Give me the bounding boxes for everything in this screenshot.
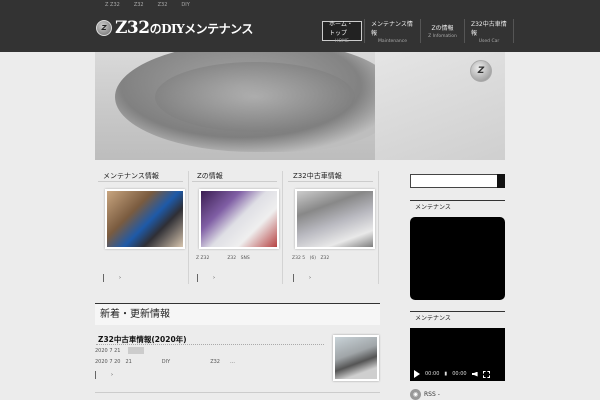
top-link-2[interactable]: Z32 <box>134 1 144 10</box>
card-used-car: Z32中古車情報 Z32 5 (6) Z32 › <box>288 171 379 284</box>
card-z-information: Zの情報 Z Z32 Z32 SNS › <box>192 171 283 284</box>
read-more-link[interactable]: › <box>95 371 113 379</box>
top-link-4[interactable]: DIY <box>181 1 189 10</box>
post-date: 2020 7 21 <box>95 347 121 354</box>
nav-z-information[interactable]: Zの情報 Z Infomation <box>420 19 464 43</box>
search-input[interactable] <box>410 174 498 188</box>
card-thumbnail[interactable] <box>295 189 375 249</box>
top-breadcrumb-links: Z Z32 Z32 Z32 DIY <box>105 1 190 10</box>
nav-used-car[interactable]: Z32中古車情報 Used Car <box>464 19 514 44</box>
duration: 00:00 <box>452 371 467 377</box>
nav-home[interactable]: ホーム・トップ HOME <box>322 21 362 44</box>
sidebar-video-heading: メンテナンス <box>410 200 505 215</box>
rss-icon: ◉ <box>410 389 421 400</box>
read-more-link[interactable]: › <box>103 274 121 282</box>
card-divider <box>378 171 379 284</box>
fullscreen-icon[interactable] <box>482 370 490 378</box>
card-title[interactable]: Zの情報 <box>192 171 277 182</box>
rss-link[interactable]: ◉ RSS - <box>410 389 440 400</box>
search-button[interactable] <box>497 174 505 188</box>
card-excerpt: Z32 5 (6) Z32 <box>292 256 330 261</box>
card-title[interactable]: Z32中古車情報 <box>288 171 373 182</box>
updates-heading: 新着・更新情報 <box>95 303 380 325</box>
site-logo[interactable]: Z Z32のDIYメンテナンス <box>96 18 253 38</box>
card-thumbnail[interactable] <box>199 189 279 249</box>
time-separator-icon: ▮ <box>444 371 448 377</box>
video-controls: 00:00 ▮ 00:00 <box>410 369 505 379</box>
card-maintenance: メンテナンス情報 › <box>98 171 189 284</box>
z-emblem-icon: Z <box>470 60 492 82</box>
read-more-link[interactable]: › <box>197 274 215 282</box>
site-header: Z Z32 Z32 Z32 DIY Z Z32のDIYメンテナンス ホーム・トッ… <box>0 0 600 52</box>
post-excerpt: 2020 7 20 21 DIY Z32 … <box>95 359 235 365</box>
card-excerpt: Z Z32 Z32 SNS <box>196 256 250 261</box>
hero-banner: Z <box>95 52 505 160</box>
post-divider <box>96 344 324 345</box>
post-thumbnail[interactable] <box>333 335 379 381</box>
section-divider <box>95 392 380 393</box>
z-emblem-icon: Z <box>96 20 112 36</box>
sidebar-video-heading: メンテナンス <box>410 311 505 326</box>
post-meta: 2020 7 21 <box>95 347 145 354</box>
video-player[interactable] <box>410 217 505 300</box>
nav-maintenance[interactable]: メンテナンス情報 Maintenance <box>364 19 420 44</box>
top-link-3[interactable]: Z32 <box>158 1 168 10</box>
headlight-reflection <box>155 62 355 132</box>
site-title: Z32のDIYメンテナンス <box>115 18 253 38</box>
card-divider <box>188 171 189 284</box>
category-tag[interactable] <box>128 347 145 354</box>
card-divider <box>282 171 283 284</box>
top-link-1[interactable]: Z Z32 <box>105 1 120 10</box>
card-title[interactable]: メンテナンス情報 <box>98 171 183 182</box>
card-thumbnail[interactable] <box>105 189 185 249</box>
read-more-link[interactable]: › <box>293 274 311 282</box>
rss-label: RSS - <box>424 391 440 398</box>
main-navigation: ホーム・トップ HOME メンテナンス情報 Maintenance Zの情報 Z… <box>320 19 514 44</box>
volume-icon[interactable] <box>471 371 478 377</box>
play-icon[interactable] <box>414 370 420 378</box>
video-player[interactable]: 00:00 ▮ 00:00 <box>410 328 505 381</box>
current-time: 00:00 <box>425 371 440 377</box>
